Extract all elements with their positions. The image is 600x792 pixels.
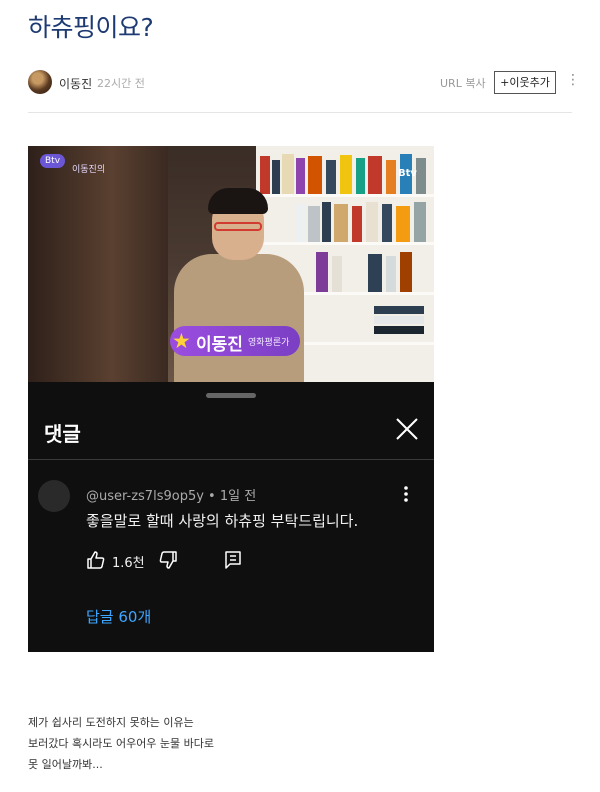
glasses — [214, 222, 262, 231]
comments-title: 댓글 — [44, 422, 81, 446]
comments-divider — [28, 459, 434, 460]
commenter-avatar[interactable] — [38, 480, 70, 512]
header-divider — [28, 112, 572, 113]
post-body: 제가 쉽사리 도전하지 못하는 이유는 보러갔다 혹시라도 어우어우 눈물 바다… — [28, 712, 214, 775]
body-line: 못 일어날까봐... — [28, 758, 103, 771]
drag-handle[interactable] — [206, 393, 256, 398]
replies-link[interactable]: 답글 60개 — [86, 606, 151, 627]
person-body — [174, 254, 304, 382]
corner-logo: Btv — [398, 168, 417, 179]
embedded-screenshot: Btv 이동진의 Btv ★ 이동진 영화평론가 댓글 @user-zs7ls9… — [28, 146, 434, 652]
thumbs-down-icon[interactable] — [158, 550, 178, 570]
caption-name: 이동진 — [196, 335, 243, 355]
shelf-decor — [28, 146, 168, 382]
channel-logo: Btv — [40, 154, 66, 168]
post-title: 하츄핑이요? — [28, 13, 154, 42]
comment-username[interactable]: @user-zs7ls9op5y • 1일 전 — [86, 485, 256, 504]
channel-title: 이동진의 — [72, 165, 106, 175]
url-copy-link[interactable]: URL 복사 — [440, 75, 486, 91]
caption-role: 영화평론가 — [248, 338, 290, 348]
body-line: 보러갔다 혹시라도 어우어우 눈물 바다로 — [28, 737, 215, 750]
like-count: 1.6천 — [112, 556, 145, 571]
post-time: 22시간 전 — [97, 77, 145, 90]
author-avatar[interactable] — [28, 70, 52, 94]
reply-icon[interactable] — [224, 550, 242, 570]
thumbs-up-icon[interactable] — [86, 550, 106, 570]
person-hair — [208, 188, 268, 214]
add-neighbor-button[interactable]: +이웃추가 — [494, 71, 556, 94]
comment-text: 좋을말로 할때 사랑의 하츄핑 부탁드립니다. — [86, 512, 359, 530]
body-line: 제가 쉽사리 도전하지 못하는 이유는 — [28, 716, 194, 729]
close-icon[interactable] — [394, 416, 420, 442]
star-icon: ★ — [172, 329, 191, 353]
comment-more-icon[interactable] — [400, 484, 412, 504]
name-caption: ★ 이동진 영화평론가 — [170, 326, 300, 356]
video-frame: Btv 이동진의 Btv ★ 이동진 영화평론가 — [28, 146, 434, 382]
post-meta: 이동진 22시간 전 URL 복사 +이웃추가 ⋮ — [28, 70, 580, 96]
more-options-icon[interactable]: ⋮ — [566, 72, 580, 88]
author-name[interactable]: 이동진 — [59, 75, 92, 92]
